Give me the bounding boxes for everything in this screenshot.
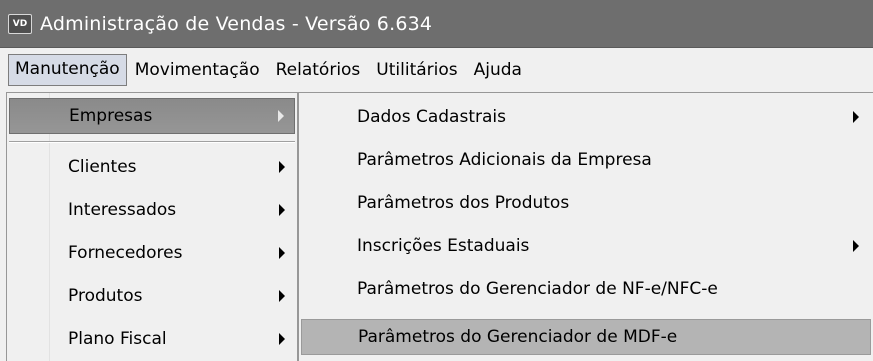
app-icon: VD	[8, 13, 32, 34]
menu-item-label: Produtos	[68, 286, 143, 306]
menu-item-label: Dados Cadastrais	[357, 107, 506, 127]
menu-item-dados-cadastrais[interactable]: Dados Cadastrais	[301, 99, 871, 135]
submenu-arrow-icon	[279, 333, 285, 345]
menu-item-clientes[interactable]: Clientes	[9, 149, 295, 185]
menu-item-label: Fornecedores	[68, 243, 183, 263]
empresas-submenu: Dados Cadastrais Parâmetros Adicionais d…	[298, 92, 873, 361]
manutencao-dropdown-menu: Empresas Clientes Interessados Fornecedo…	[6, 92, 298, 361]
submenu-arrow-icon	[853, 111, 859, 123]
menu-item-produtos[interactable]: Produtos	[9, 278, 295, 314]
menu-item-label: Parâmetros do Gerenciador de MDF-e	[358, 327, 678, 347]
window-title: Administração de Vendas - Versão 6.634	[40, 12, 433, 35]
menubar-item-movimentacao[interactable]: Movimentação	[127, 55, 268, 85]
menu-item-parametros-adicionais[interactable]: Parâmetros Adicionais da Empresa	[301, 142, 871, 178]
menu-item-interessados[interactable]: Interessados	[9, 192, 295, 228]
menubar-item-utilitarios[interactable]: Utilitários	[368, 55, 465, 85]
submenu-arrow-icon	[279, 161, 285, 173]
submenu-arrow-icon	[279, 247, 285, 259]
menu-bar: Manutenção Movimentação Relatórios Utili…	[0, 48, 873, 92]
submenu-arrow-icon	[853, 240, 859, 252]
menu-item-label: Clientes	[68, 157, 137, 177]
menu-item-label: Parâmetros dos Produtos	[357, 193, 570, 213]
menu-item-inscricoes-estaduais[interactable]: Inscrições Estaduais	[301, 228, 871, 264]
menu-item-label: Parâmetros do Gerenciador de NF-e/NFC-e	[357, 279, 718, 299]
menu-item-label: Plano Fiscal	[68, 329, 167, 349]
menubar-item-relatorios[interactable]: Relatórios	[268, 55, 369, 85]
menu-separator	[9, 141, 295, 143]
menu-item-gerenciador-mdfe[interactable]: Parâmetros do Gerenciador de MDF-e	[301, 319, 871, 355]
menu-item-fornecedores[interactable]: Fornecedores	[9, 235, 295, 271]
menu-item-label: Inscrições Estaduais	[357, 236, 530, 256]
menu-item-label: Empresas	[69, 106, 153, 126]
menubar-item-manutencao[interactable]: Manutenção	[8, 54, 127, 86]
submenu-arrow-icon	[279, 290, 285, 302]
menu-item-label: Interessados	[68, 200, 177, 220]
menu-item-plano-fiscal[interactable]: Plano Fiscal	[9, 321, 295, 357]
title-bar: VD Administração de Vendas - Versão 6.63…	[0, 0, 873, 48]
submenu-arrow-icon	[279, 204, 285, 216]
menu-item-empresas[interactable]: Empresas	[9, 98, 295, 134]
submenu-arrow-icon	[278, 110, 284, 122]
menu-item-parametros-produtos[interactable]: Parâmetros dos Produtos	[301, 185, 871, 221]
menubar-item-ajuda[interactable]: Ajuda	[466, 55, 530, 85]
menu-item-gerenciador-nfe[interactable]: Parâmetros do Gerenciador de NF-e/NFC-e	[301, 271, 871, 307]
menu-item-label: Parâmetros Adicionais da Empresa	[357, 150, 652, 170]
